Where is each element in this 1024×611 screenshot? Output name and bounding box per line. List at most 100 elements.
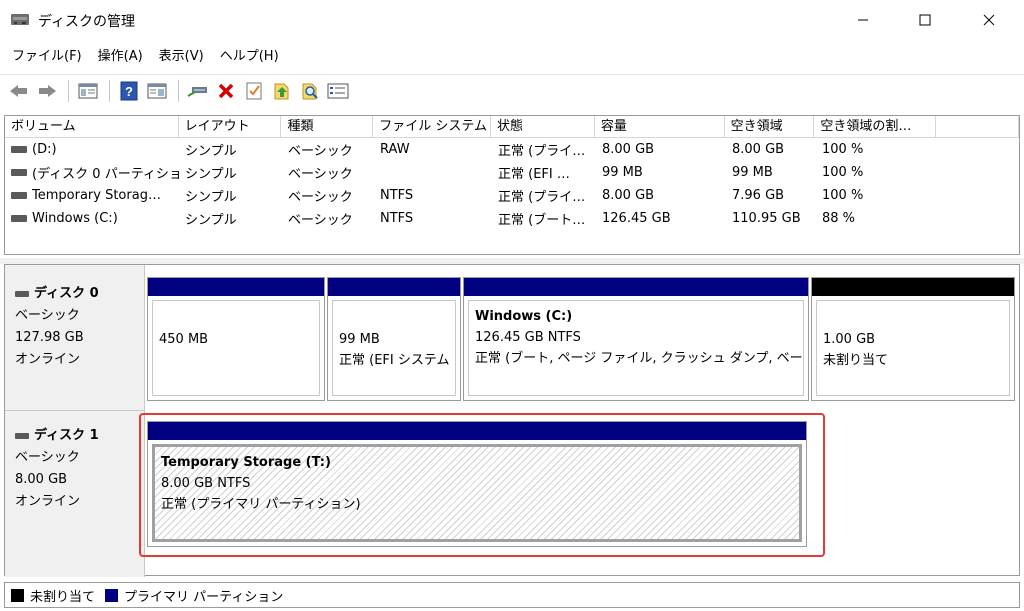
percent-free-cell: 100 % xyxy=(822,165,864,180)
partition-size: 1.00 GB xyxy=(823,332,876,347)
partition-body: 1.00 GB 未割り当て xyxy=(816,300,1010,396)
help-button[interactable]: ? xyxy=(116,79,142,103)
search-icon xyxy=(302,83,318,99)
primary-partition-bar xyxy=(464,278,808,296)
properties-icon xyxy=(78,83,98,98)
maximize-icon xyxy=(919,14,931,26)
disk-size: 8.00 GB xyxy=(15,472,68,487)
title-bar: ディスクの管理 xyxy=(0,0,1024,40)
column-header-volume[interactable]: ボリューム xyxy=(5,116,179,138)
partition[interactable]: 1.00 GB 未割り当て xyxy=(811,277,1015,401)
column-header-capacity[interactable]: 容量 xyxy=(595,116,725,138)
back-button[interactable] xyxy=(6,79,32,103)
status-cell: 正常 (ブート… xyxy=(498,213,586,228)
console-button[interactable] xyxy=(144,79,170,103)
toolbar-separator xyxy=(68,79,69,102)
back-arrow-icon xyxy=(10,84,27,97)
menu-file[interactable]: ファイル(F) xyxy=(0,46,90,68)
column-header-file-system[interactable]: ファイル システム xyxy=(373,116,492,138)
legend-unallocated-label: 未割り当て xyxy=(30,589,96,605)
volume-name: (ディスク 0 パーティショ… xyxy=(32,167,179,182)
volume-name: Temporary Storag… xyxy=(32,188,161,203)
import-button[interactable] xyxy=(269,79,295,103)
partition[interactable]: 99 MB 正常 (EFI システム xyxy=(327,277,461,401)
drive-icon xyxy=(15,291,29,297)
file-system-cell: NTFS xyxy=(380,188,414,203)
volume-list: ボリューム レイアウト 種類 ファイル システム 状態 容量 空き領域 空き領域… xyxy=(4,115,1020,255)
disk-row: ディスク 0 ベーシック 127.98 GB オンライン 450 MB 99 M… xyxy=(5,265,1019,411)
capacity-cell: 126.45 GB xyxy=(602,211,671,226)
table-row[interactable]: Temporary Storag… シンプル ベーシック NTFS 正常 (プラ… xyxy=(5,184,1019,207)
type-cell: ベーシック xyxy=(288,144,353,159)
menu-help[interactable]: ヘルプ(H) xyxy=(212,46,287,68)
column-header-layout[interactable]: レイアウト xyxy=(179,116,282,138)
delete-button[interactable] xyxy=(213,79,239,103)
unallocated-swatch xyxy=(11,588,24,602)
type-cell: ベーシック xyxy=(288,213,353,228)
disk-type: ベーシック xyxy=(15,308,80,323)
free-space-cell: 8.00 GB xyxy=(732,142,785,157)
list-button[interactable] xyxy=(325,79,351,103)
status-cell: 正常 (EFI … xyxy=(498,167,570,182)
disk-map: ディスク 0 ベーシック 127.98 GB オンライン 450 MB 99 M… xyxy=(4,264,1020,577)
show-hide-console-tree-button[interactable] xyxy=(75,79,101,103)
delete-icon xyxy=(218,83,234,98)
help-icon: ? xyxy=(120,81,138,100)
column-header-status[interactable]: 状態 xyxy=(491,116,595,138)
search-button[interactable] xyxy=(297,79,323,103)
table-row[interactable]: (D:) シンプル ベーシック RAW 正常 (プライ… 8.00 GB 8.0… xyxy=(5,138,1019,161)
partition-size: 450 MB xyxy=(159,332,209,347)
drive-icon xyxy=(15,433,29,439)
legend: 未割り当て プライマリ パーティション xyxy=(4,582,1020,608)
layout-cell: シンプル xyxy=(185,213,237,228)
percent-free-cell: 88 % xyxy=(822,211,856,226)
partition-size: 126.45 GB NTFS xyxy=(475,330,581,345)
partition[interactable]: Windows (C:) 126.45 GB NTFS 正常 (ブート, ページ… xyxy=(463,277,809,401)
maximize-button[interactable] xyxy=(902,0,948,40)
capacity-cell: 99 MB xyxy=(602,165,643,180)
table-row[interactable]: Windows (C:) シンプル ベーシック NTFS 正常 (ブート… 12… xyxy=(5,207,1019,230)
connect-drive-button[interactable] xyxy=(185,79,211,103)
capacity-cell: 8.00 GB xyxy=(602,188,655,203)
disk-management-app-icon xyxy=(11,14,29,25)
disk-info[interactable]: ディスク 0 ベーシック 127.98 GB オンライン xyxy=(5,265,145,411)
type-cell: ベーシック xyxy=(288,167,353,182)
volume-cell: (D:) xyxy=(5,142,179,157)
partition[interactable]: 450 MB xyxy=(147,277,325,401)
column-header-free-space[interactable]: 空き領域 xyxy=(725,116,815,138)
file-system-cell: RAW xyxy=(380,142,410,157)
check-button[interactable] xyxy=(241,79,267,103)
minimize-icon xyxy=(858,19,868,21)
partition-size: 99 MB xyxy=(339,332,380,347)
partition-status: 正常 (EFI システム xyxy=(339,353,450,368)
menu-action[interactable]: 操作(A) xyxy=(90,46,151,68)
menu-view[interactable]: 表示(V) xyxy=(151,46,212,68)
close-button[interactable] xyxy=(966,0,1012,40)
disk-size: 127.98 GB xyxy=(15,330,84,345)
disk-info[interactable]: ディスク 1 ベーシック 8.00 GB オンライン xyxy=(5,411,145,577)
menu-bar: ファイル(F) 操作(A) 表示(V) ヘルプ(H) xyxy=(0,46,287,68)
import-icon xyxy=(274,83,289,99)
legend-primary-label: プライマリ パーティション xyxy=(124,589,284,605)
table-row[interactable]: (ディスク 0 パーティショ… シンプル ベーシック 正常 (EFI … 99 … xyxy=(5,161,1019,184)
layout-cell: シンプル xyxy=(185,167,237,182)
capacity-cell: 8.00 GB xyxy=(602,142,655,157)
status-cell: 正常 (プライ… xyxy=(498,190,586,205)
window-title: ディスクの管理 xyxy=(38,14,136,30)
partition-body: 450 MB xyxy=(152,300,320,396)
column-header-percent-free[interactable]: 空き領域の割… xyxy=(814,116,937,138)
disk-type: ベーシック xyxy=(15,450,80,465)
file-system-cell: NTFS xyxy=(380,211,414,226)
type-cell: ベーシック xyxy=(288,190,353,205)
partition-status: 正常 (ブート, ページ ファイル, クラッシュ ダンプ, ベーシッ: xyxy=(475,351,804,366)
highlight-outline xyxy=(139,413,825,557)
disk-name: ディスク 1 xyxy=(34,428,99,443)
partition-title: Windows (C:) xyxy=(475,309,573,324)
free-space-cell: 7.96 GB xyxy=(732,188,785,203)
volume-name: (D:) xyxy=(32,142,57,157)
column-header-type[interactable]: 種類 xyxy=(281,116,374,138)
console-icon xyxy=(147,83,167,98)
minimize-button[interactable] xyxy=(840,0,886,40)
unallocated-bar xyxy=(812,278,1014,296)
forward-button[interactable] xyxy=(34,79,60,103)
